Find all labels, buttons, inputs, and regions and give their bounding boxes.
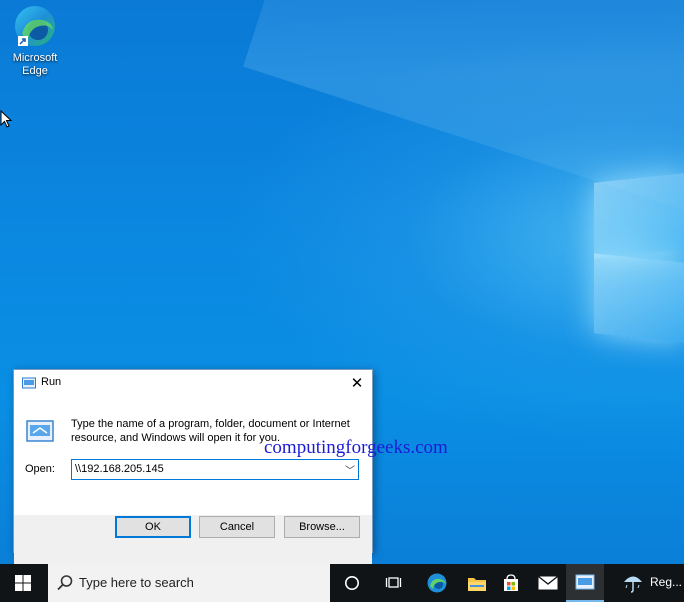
desktop-icon-label-line1: Microsoft bbox=[12, 52, 58, 64]
run-titlebar[interactable]: Run ✕ bbox=[14, 370, 372, 398]
windows-logo-wallpaper bbox=[594, 168, 684, 344]
taskbar-mail[interactable] bbox=[532, 564, 564, 602]
taskbar-run[interactable] bbox=[566, 564, 604, 602]
run-program-icon bbox=[26, 420, 54, 442]
taskbar-edge[interactable] bbox=[420, 564, 454, 602]
run-dialog: Run ✕ Type the name of a program, folder… bbox=[13, 369, 373, 564]
mouse-cursor-icon bbox=[0, 110, 12, 128]
start-button[interactable] bbox=[0, 564, 46, 602]
taskbar-search-box[interactable]: Type here to search bbox=[48, 564, 330, 602]
run-app-icon bbox=[575, 574, 595, 590]
watermark: computingforgeeks.com bbox=[264, 437, 448, 458]
weather-label[interactable]: Reg... bbox=[650, 575, 682, 589]
cortana-button[interactable] bbox=[336, 564, 368, 602]
taskbar-file-explorer[interactable] bbox=[460, 564, 494, 602]
windows-start-icon bbox=[15, 575, 31, 591]
umbrella-icon bbox=[624, 576, 642, 593]
folder-icon bbox=[468, 577, 486, 591]
search-icon bbox=[57, 575, 73, 591]
task-view-icon bbox=[385, 577, 402, 588]
open-label: Open: bbox=[25, 463, 55, 475]
cancel-button[interactable]: Cancel bbox=[199, 516, 275, 538]
run-title: Run bbox=[41, 376, 62, 388]
desktop: Microsoft Edge Run ✕ Type the name of a … bbox=[0, 0, 684, 564]
edge-icon bbox=[12, 4, 58, 50]
edge-icon bbox=[427, 573, 447, 593]
ok-button[interactable]: OK bbox=[115, 516, 191, 538]
browse-button[interactable]: Browse... bbox=[284, 516, 360, 538]
taskbar: Type here to search Reg... bbox=[0, 564, 684, 602]
open-combobox[interactable]: ﹀ bbox=[71, 459, 359, 480]
desktop-icon-label-line2: Edge bbox=[22, 65, 48, 77]
task-view-button[interactable] bbox=[378, 564, 410, 602]
mail-icon bbox=[538, 576, 558, 590]
open-input[interactable] bbox=[75, 461, 335, 477]
run-app-icon bbox=[22, 377, 36, 389]
cortana-icon bbox=[345, 576, 359, 590]
search-placeholder: Type here to search bbox=[79, 575, 194, 590]
taskbar-store[interactable] bbox=[496, 564, 526, 602]
store-icon bbox=[504, 574, 518, 591]
desktop-icon-edge[interactable]: Microsoft Edge bbox=[4, 4, 66, 78]
close-icon[interactable]: ✕ bbox=[342, 370, 372, 398]
taskbar-weather[interactable] bbox=[618, 564, 648, 602]
chevron-down-icon[interactable]: ﹀ bbox=[345, 462, 355, 477]
